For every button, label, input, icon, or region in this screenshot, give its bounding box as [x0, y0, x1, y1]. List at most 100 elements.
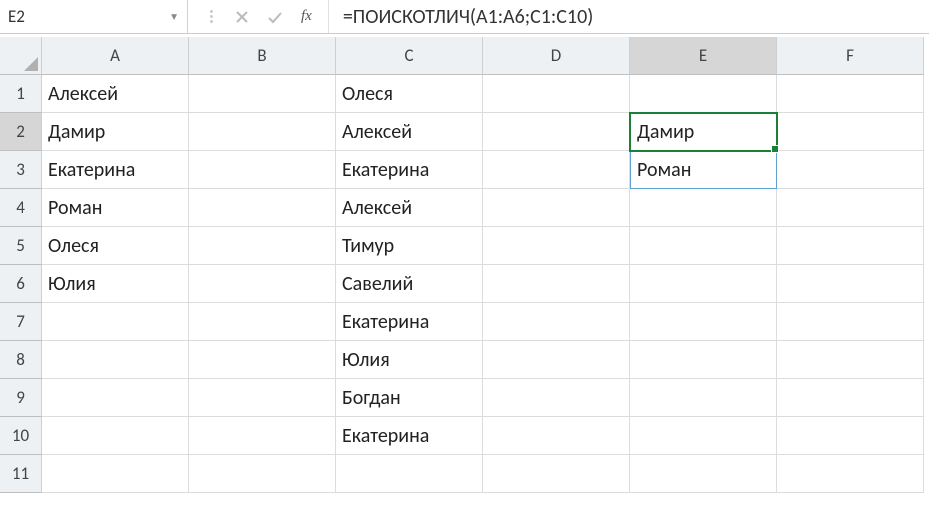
cell-B6[interactable] — [189, 265, 336, 303]
cell-D11[interactable] — [483, 455, 630, 493]
col-header-C[interactable]: C — [336, 37, 483, 75]
cell-F5[interactable] — [777, 227, 924, 265]
cell-A7[interactable] — [42, 303, 189, 341]
cell-value: Тимур — [342, 234, 394, 258]
cell-A3[interactable]: Екатерина — [42, 151, 189, 189]
cell-C1[interactable]: Олеся — [336, 75, 483, 113]
cell-C2[interactable]: Алексей — [336, 113, 483, 151]
cell-C5[interactable]: Тимур — [336, 227, 483, 265]
cell-F8[interactable] — [777, 341, 924, 379]
cell-value: Савелий — [342, 272, 413, 296]
cell-F7[interactable] — [777, 303, 924, 341]
cell-value: Дамир — [637, 120, 694, 144]
cell-B7[interactable] — [189, 303, 336, 341]
row-header-4[interactable]: 4 — [0, 189, 42, 227]
cell-D5[interactable] — [483, 227, 630, 265]
cell-B2[interactable] — [189, 113, 336, 151]
row-header-9[interactable]: 9 — [0, 379, 42, 417]
cell-F6[interactable] — [777, 265, 924, 303]
cell-A4[interactable]: Роман — [42, 189, 189, 227]
cell-E8[interactable] — [630, 341, 777, 379]
cell-F3[interactable] — [777, 151, 924, 189]
row-header-10[interactable]: 10 — [0, 417, 42, 455]
cell-F10[interactable] — [777, 417, 924, 455]
col-header-D[interactable]: D — [483, 37, 630, 75]
cell-value: Алексей — [48, 82, 118, 106]
cell-B3[interactable] — [189, 151, 336, 189]
cell-D1[interactable] — [483, 75, 630, 113]
row-header-1[interactable]: 1 — [0, 75, 42, 113]
spreadsheet-grid[interactable]: ABCDEF1АлексейОлеся2ДамирАлексейДамир3Ек… — [0, 34, 929, 493]
row-header-3[interactable]: 3 — [0, 151, 42, 189]
cell-B9[interactable] — [189, 379, 336, 417]
cell-B1[interactable] — [189, 75, 336, 113]
name-box-dropdown-icon[interactable]: ▼ — [169, 10, 179, 23]
cell-B10[interactable] — [189, 417, 336, 455]
cell-E11[interactable] — [630, 455, 777, 493]
cancel-icon[interactable] — [235, 10, 249, 24]
cell-F1[interactable] — [777, 75, 924, 113]
cell-C8[interactable]: Юлия — [336, 341, 483, 379]
cell-F11[interactable] — [777, 455, 924, 493]
cell-B11[interactable] — [189, 455, 336, 493]
col-header-A[interactable]: A — [42, 37, 189, 75]
cell-E10[interactable] — [630, 417, 777, 455]
row-header-11[interactable]: 11 — [0, 455, 42, 493]
cell-C4[interactable]: Алексей — [336, 189, 483, 227]
cell-F2[interactable] — [777, 113, 924, 151]
formula-bar-buttons: ⋮ fx — [188, 0, 329, 33]
name-box[interactable]: E2 ▼ — [0, 0, 188, 33]
cell-A8[interactable] — [42, 341, 189, 379]
cell-B4[interactable] — [189, 189, 336, 227]
cell-A11[interactable] — [42, 455, 189, 493]
row-header-8[interactable]: 8 — [0, 341, 42, 379]
select-all-corner[interactable] — [0, 37, 42, 75]
cell-E5[interactable] — [630, 227, 777, 265]
cell-A10[interactable] — [42, 417, 189, 455]
cell-C9[interactable]: Богдан — [336, 379, 483, 417]
col-header-B[interactable]: B — [189, 37, 336, 75]
cell-E7[interactable] — [630, 303, 777, 341]
cell-F4[interactable] — [777, 189, 924, 227]
enter-icon[interactable] — [267, 10, 283, 24]
cell-D3[interactable] — [483, 151, 630, 189]
col-header-E[interactable]: E — [630, 37, 777, 75]
expand-icon[interactable]: ⋮ — [204, 7, 217, 26]
cell-E6[interactable] — [630, 265, 777, 303]
fx-icon[interactable]: fx — [301, 8, 312, 25]
cell-B8[interactable] — [189, 341, 336, 379]
cell-C6[interactable]: Савелий — [336, 265, 483, 303]
cell-C10[interactable]: Екатерина — [336, 417, 483, 455]
row-header-7[interactable]: 7 — [0, 303, 42, 341]
row-header-6[interactable]: 6 — [0, 265, 42, 303]
cell-E4[interactable] — [630, 189, 777, 227]
cell-D7[interactable] — [483, 303, 630, 341]
cell-value: Алексей — [342, 196, 412, 220]
cell-E3[interactable]: Роман — [630, 151, 777, 189]
cell-F9[interactable] — [777, 379, 924, 417]
cell-A2[interactable]: Дамир — [42, 113, 189, 151]
cell-D2[interactable] — [483, 113, 630, 151]
formula-input[interactable]: =ПОИСКОТЛИЧ(A1:A6;C1:C10) — [329, 0, 929, 33]
cell-B5[interactable] — [189, 227, 336, 265]
cell-A5[interactable]: Олеся — [42, 227, 189, 265]
cell-E2[interactable]: Дамир — [630, 113, 777, 151]
cell-D10[interactable] — [483, 417, 630, 455]
cell-D8[interactable] — [483, 341, 630, 379]
row-header-2[interactable]: 2 — [0, 113, 42, 151]
row-header-5[interactable]: 5 — [0, 227, 42, 265]
cell-C11[interactable] — [336, 455, 483, 493]
cell-E9[interactable] — [630, 379, 777, 417]
cell-C7[interactable]: Екатерина — [336, 303, 483, 341]
cell-D9[interactable] — [483, 379, 630, 417]
cell-D4[interactable] — [483, 189, 630, 227]
cell-A1[interactable]: Алексей — [42, 75, 189, 113]
cell-C3[interactable]: Екатерина — [336, 151, 483, 189]
col-header-F[interactable]: F — [777, 37, 924, 75]
cell-A9[interactable] — [42, 379, 189, 417]
cell-E1[interactable] — [630, 75, 777, 113]
cell-value: Алексей — [342, 120, 412, 144]
cell-A6[interactable]: Юлия — [42, 265, 189, 303]
cell-value: Олеся — [48, 234, 99, 258]
cell-D6[interactable] — [483, 265, 630, 303]
